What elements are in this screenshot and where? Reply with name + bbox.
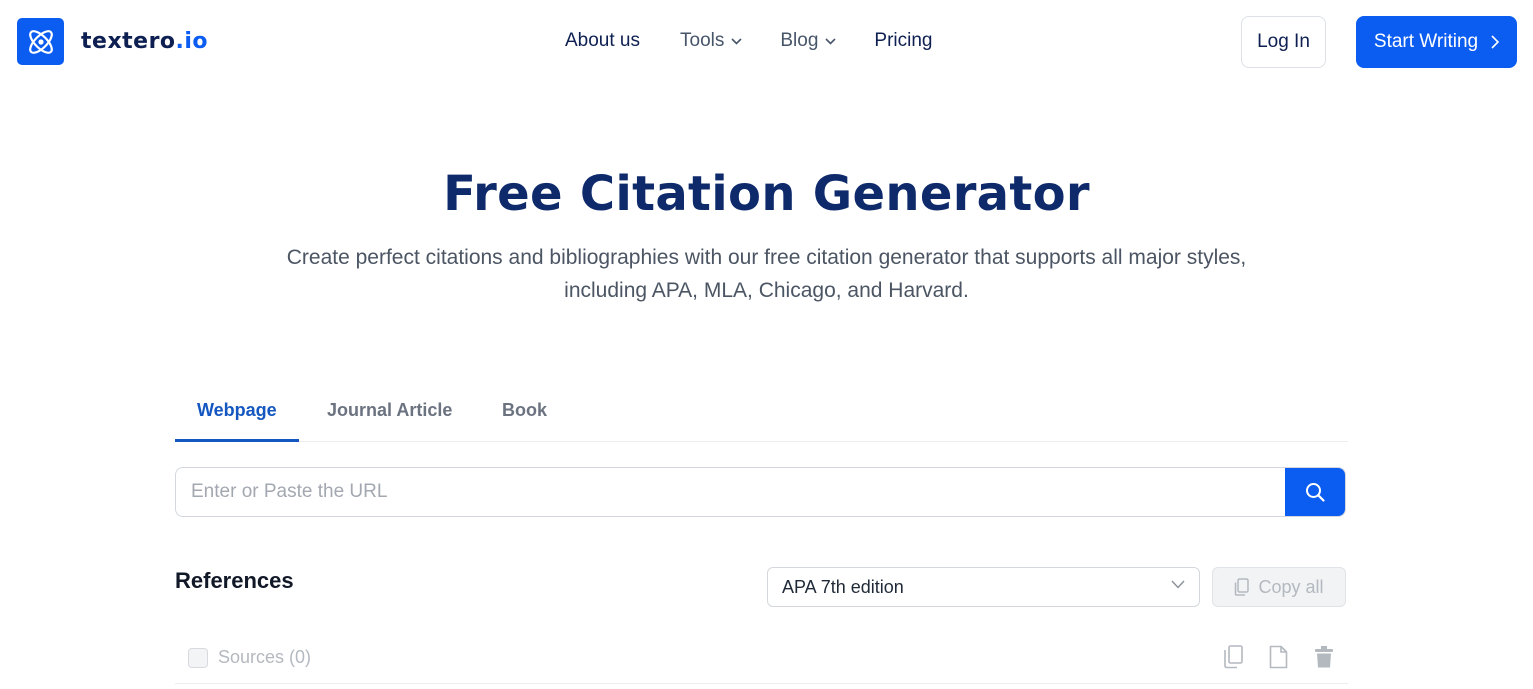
start-writing-label: Start Writing xyxy=(1373,31,1479,52)
page-subtitle: Create perfect citations and bibliograph… xyxy=(0,241,1533,307)
nav-blog[interactable]: Blog xyxy=(780,30,836,52)
sources-actions xyxy=(1197,645,1334,669)
search-button[interactable] xyxy=(1285,468,1345,516)
copy-icon xyxy=(1234,578,1250,596)
url-input[interactable] xyxy=(176,468,1287,516)
start-writing-button[interactable]: Start Writing xyxy=(1356,16,1517,68)
nav-about-us[interactable]: About us xyxy=(565,30,640,52)
brand-logo[interactable]: textero.io xyxy=(17,18,208,65)
copy-all-button[interactable]: Copy all xyxy=(1212,567,1346,607)
atom-icon xyxy=(17,18,64,65)
document-icon[interactable] xyxy=(1269,645,1288,669)
select-all-checkbox[interactable] xyxy=(188,648,208,668)
tab-journal-article[interactable]: Journal Article xyxy=(327,400,452,421)
source-type-tabs: Webpage Journal Article Book xyxy=(175,384,1348,442)
tab-book[interactable]: Book xyxy=(502,400,547,421)
active-tab-indicator xyxy=(175,439,299,442)
search-icon xyxy=(1305,482,1325,502)
chevron-down-icon xyxy=(1171,580,1185,589)
main-nav: About us Tools Blog Pricing xyxy=(565,30,932,52)
trash-icon[interactable] xyxy=(1314,645,1334,669)
citation-style-value: APA 7th edition xyxy=(782,576,904,597)
brand-name: textero.io xyxy=(81,29,209,54)
copy-icon[interactable] xyxy=(1223,645,1243,669)
chevron-down-icon xyxy=(825,37,836,45)
citation-style-select[interactable]: APA 7th edition xyxy=(767,567,1200,607)
subtitle-line-1: Create perfect citations and bibliograph… xyxy=(286,246,1247,269)
login-button[interactable]: Log In xyxy=(1241,16,1326,68)
url-search-bar xyxy=(175,467,1346,517)
chevron-right-icon xyxy=(1491,35,1500,49)
chevron-down-icon xyxy=(731,37,742,45)
page-title: Free Citation Generator xyxy=(443,166,1090,222)
site-header: textero.io About us Tools Blog Pricing L… xyxy=(0,0,1533,84)
tab-webpage[interactable]: Webpage xyxy=(197,400,277,421)
sources-toolbar: Sources (0) xyxy=(175,632,1348,684)
copy-all-label: Copy all xyxy=(1258,576,1324,597)
nav-tools[interactable]: Tools xyxy=(680,30,742,52)
sources-count: Sources (0) xyxy=(218,647,312,667)
nav-pricing[interactable]: Pricing xyxy=(874,30,932,52)
subtitle-line-2: including APA, MLA, Chicago, and Harvard… xyxy=(564,279,969,302)
references-heading: References xyxy=(175,568,294,593)
